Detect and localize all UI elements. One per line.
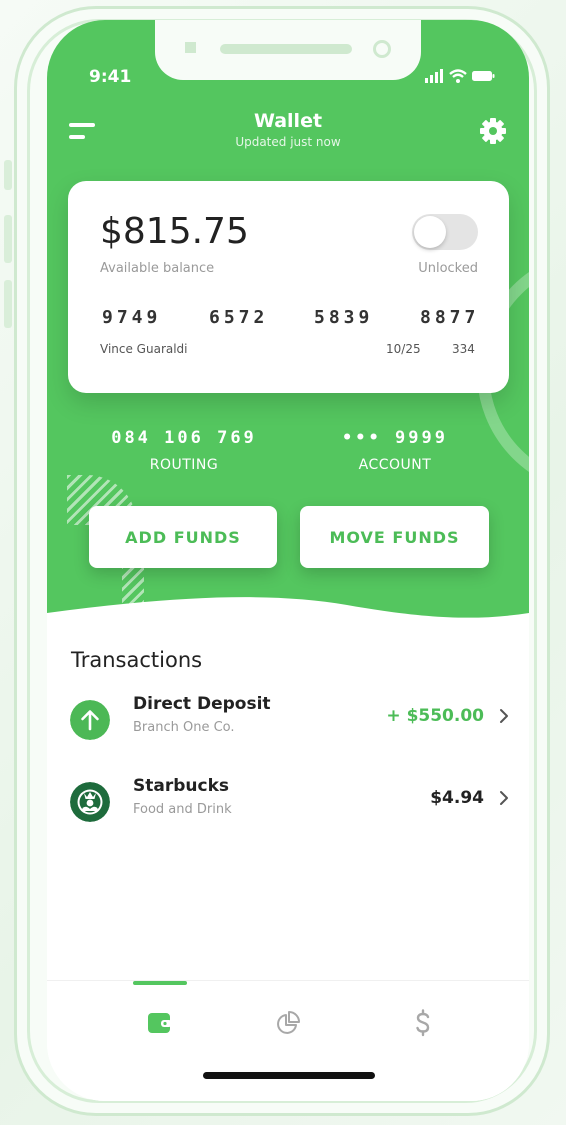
available-balance: $815.75: [100, 211, 249, 252]
notch-speaker: [220, 44, 352, 54]
routing-info: 084 106 769 ROUTING: [84, 427, 284, 473]
card-number-group: 5839: [314, 307, 374, 328]
transaction-name: Starbucks: [133, 776, 229, 796]
card-number-group: 6572: [209, 307, 269, 328]
tab-payments[interactable]: [403, 1003, 443, 1043]
tab-wallet[interactable]: [140, 1003, 180, 1043]
card-number-group: 8877: [420, 307, 480, 328]
balance-label: Available balance: [100, 261, 215, 276]
page-subtitle: Updated just now: [235, 135, 341, 149]
card-holder-name: Vince Guaraldi: [100, 342, 188, 356]
account-info: ••• 9999 ACCOUNT: [295, 427, 495, 473]
mute-switch: [4, 160, 12, 190]
account-label: ACCOUNT: [358, 457, 432, 473]
status-icons: [425, 69, 495, 83]
wallet-icon: [148, 1013, 172, 1033]
transaction-name: Direct Deposit: [133, 694, 271, 714]
card-expiry: 10/25: [386, 342, 421, 356]
active-tab-indicator: [133, 981, 187, 985]
phone-notch: [155, 20, 421, 80]
transactions-title: Transactions: [71, 648, 203, 672]
add-funds-button[interactable]: ADD FUNDS: [89, 506, 277, 568]
app-screen: 9:41 Wallet Updated just now $815.75 Ava…: [47, 20, 529, 1101]
transaction-category: Branch One Co.: [133, 720, 235, 735]
card-number-group: 9749: [102, 307, 162, 328]
wifi-icon: [449, 69, 467, 83]
tab-bar: [47, 980, 529, 1101]
chevron-right-icon: [500, 791, 508, 805]
header-titles: Wallet Updated just now: [47, 108, 529, 150]
notch-camera: [373, 40, 391, 58]
notch-sensor: [185, 42, 196, 53]
dollar-icon: [416, 1009, 430, 1037]
transaction-row[interactable]: Direct Deposit Branch One Co. + $550.00: [47, 690, 529, 750]
pie-chart-icon: [277, 1011, 300, 1034]
lock-state-label: Unlocked: [418, 261, 478, 276]
starbucks-logo-icon: [70, 782, 110, 822]
routing-number: 084 106 769: [111, 428, 257, 448]
card-cvv: 334: [452, 342, 475, 356]
chevron-right-icon: [500, 709, 508, 723]
arrow-up-icon: [70, 700, 110, 740]
transaction-amount: $4.94: [430, 788, 484, 808]
balance-card: $815.75 Available balance Unlocked 9749 …: [68, 181, 509, 393]
signal-icon: [425, 69, 443, 83]
home-indicator[interactable]: [203, 1072, 375, 1079]
status-time: 9:41: [89, 67, 132, 87]
tab-stats[interactable]: [268, 1003, 308, 1043]
move-funds-button[interactable]: MOVE FUNDS: [300, 506, 489, 568]
account-number: ••• 9999: [342, 428, 448, 448]
gear-icon[interactable]: [479, 117, 507, 145]
transaction-amount: + $550.00: [386, 706, 484, 726]
volume-down-button: [4, 280, 12, 328]
routing-label: ROUTING: [149, 457, 219, 473]
toggle-knob: [414, 216, 446, 248]
transaction-row[interactable]: Starbucks Food and Drink $4.94: [47, 772, 529, 832]
card-lock-toggle[interactable]: [412, 214, 478, 250]
volume-up-button: [4, 215, 12, 263]
transaction-category: Food and Drink: [133, 802, 232, 817]
page-title: Wallet: [253, 110, 323, 132]
battery-icon: [472, 71, 495, 81]
